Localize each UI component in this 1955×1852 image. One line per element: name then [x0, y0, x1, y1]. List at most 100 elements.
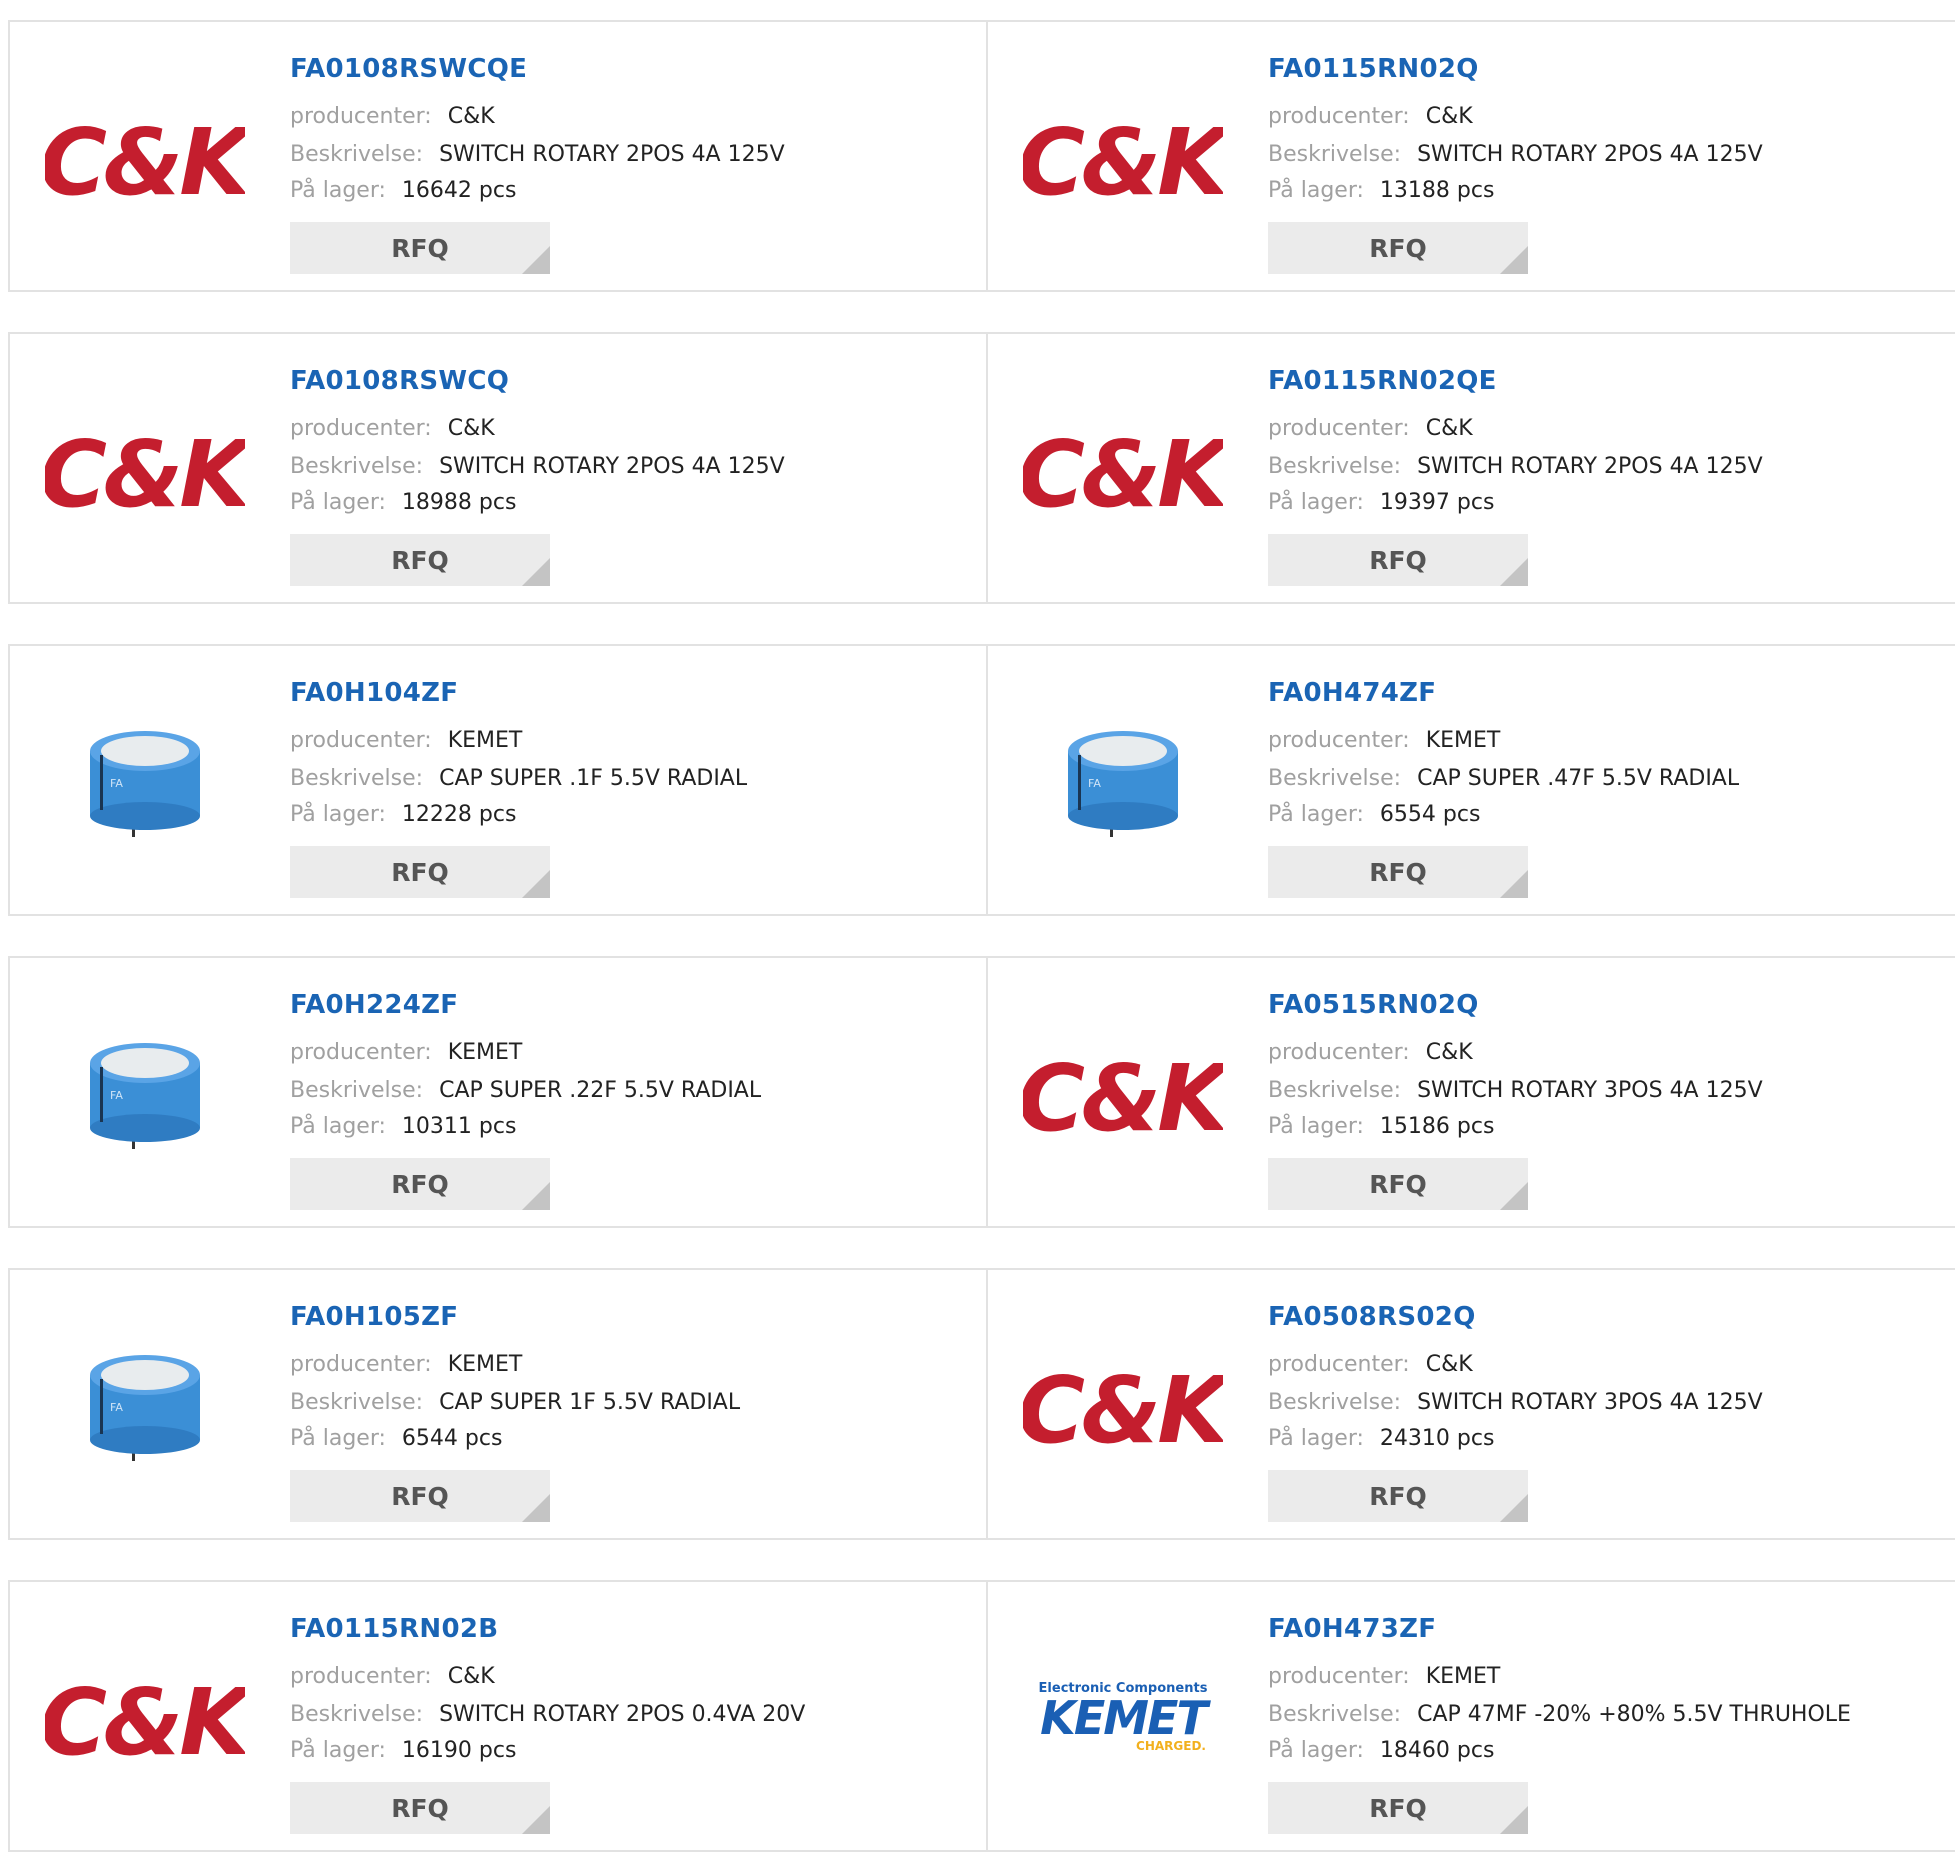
description-label: Beskrivelse: [290, 142, 424, 167]
description-field: Beskrivelse: CAP SUPER 1F 5.5V RADIAL [290, 1390, 740, 1415]
part-number-link[interactable]: FA0H105ZF [290, 1302, 458, 1332]
part-number-link[interactable]: FA0115RN02Q [1268, 54, 1479, 84]
corner-triangle-icon [522, 1494, 550, 1522]
corner-triangle-icon [1500, 1806, 1528, 1834]
product-card: FA FA0H224ZF producenter: KEMET Beskrivel… [10, 958, 988, 1226]
product-row: C&K FA0115RN02B producenter: C&K Beskrive… [8, 1580, 1955, 1852]
stock-field: På lager: 19397 pcs [1268, 490, 1494, 515]
rfq-button[interactable]: RFQ [1268, 534, 1528, 586]
capacitor-image[interactable]: FA [40, 1038, 250, 1149]
rfq-label: RFQ [391, 857, 449, 887]
description-value: SWITCH ROTARY 2POS 4A 125V [1417, 142, 1763, 167]
description-value: CAP 47MF -20% +80% 5.5V THRUHOLE [1417, 1702, 1851, 1727]
rfq-label: RFQ [1369, 545, 1427, 575]
description-field: Beskrivelse: SWITCH ROTARY 3POS 4A 125V [1268, 1390, 1763, 1415]
manufacturer-field: producenter: C&K [1268, 416, 1473, 441]
manufacturer-field: producenter: KEMET [290, 728, 522, 753]
part-number-link[interactable]: FA0115RN02QE [1268, 366, 1497, 396]
manufacturer-field: producenter: C&K [290, 104, 495, 129]
description-value: SWITCH ROTARY 2POS 4A 125V [439, 142, 785, 167]
manufacturer-field: producenter: KEMET [1268, 1664, 1500, 1689]
capacitor-image[interactable]: FA [40, 726, 250, 837]
rfq-label: RFQ [1369, 857, 1427, 887]
description-label: Beskrivelse: [290, 454, 424, 479]
stock-value: 12228 pcs [401, 802, 517, 827]
ck-logo-image[interactable]: C&K [40, 1662, 250, 1772]
manufacturer-value: KEMET [447, 1040, 523, 1065]
rfq-button[interactable]: RFQ [290, 1158, 550, 1210]
product-row: C&K FA0108RSWCQE producenter: C&K Beskriv… [8, 20, 1955, 292]
rfq-button[interactable]: RFQ [290, 1782, 550, 1834]
manufacturer-value: C&K [447, 416, 495, 441]
ck-logo-image[interactable]: C&K [1018, 414, 1228, 524]
manufacturer-label: producenter: [1268, 1040, 1410, 1065]
stock-value: 6554 pcs [1379, 802, 1481, 827]
description-label: Beskrivelse: [1268, 766, 1402, 791]
rfq-button[interactable]: RFQ [290, 534, 550, 586]
stock-field: På lager: 18988 pcs [290, 490, 516, 515]
svg-text:FA: FA [110, 1401, 123, 1414]
ck-logo-image[interactable]: C&K [1018, 102, 1228, 212]
svg-text:C&K: C&K [45, 109, 245, 212]
rfq-button[interactable]: RFQ [290, 1470, 550, 1522]
stock-label: På lager: [1268, 1114, 1364, 1139]
stock-value: 15186 pcs [1379, 1114, 1495, 1139]
part-number-link[interactable]: FA0108RSWCQE [290, 54, 527, 84]
description-field: Beskrivelse: CAP SUPER .47F 5.5V RADIAL [1268, 766, 1739, 791]
rfq-button[interactable]: RFQ [1268, 1782, 1528, 1834]
manufacturer-value: KEMET [447, 728, 523, 753]
svg-text:FA: FA [110, 777, 123, 790]
ck-logo-image[interactable]: C&K [1018, 1038, 1228, 1148]
part-number-link[interactable]: FA0108RSWCQ [290, 366, 509, 396]
description-field: Beskrivelse: SWITCH ROTARY 2POS 4A 125V [1268, 454, 1763, 479]
part-number-link[interactable]: FA0H473ZF [1268, 1614, 1436, 1644]
ck-logo-image[interactable]: C&K [40, 414, 250, 524]
rfq-button[interactable]: RFQ [290, 846, 550, 898]
manufacturer-label: producenter: [290, 1664, 432, 1689]
product-card: C&K FA0108RSWCQ producenter: C&K Beskrive… [10, 334, 988, 602]
manufacturer-label: producenter: [1268, 416, 1410, 441]
ck-logo-image[interactable]: C&K [1018, 1350, 1228, 1460]
stock-field: På lager: 6544 pcs [290, 1426, 502, 1451]
rfq-button[interactable]: RFQ [1268, 846, 1528, 898]
stock-value: 18460 pcs [1379, 1738, 1495, 1763]
manufacturer-value: C&K [447, 1664, 495, 1689]
kemet-logo-image[interactable]: Electronic Components KEMET CHARGED. [1018, 1662, 1228, 1772]
capacitor-image[interactable]: FA [40, 1350, 250, 1461]
product-card: C&K FA0508RS02Q producenter: C&K Beskrive… [988, 1270, 1955, 1538]
stock-label: På lager: [1268, 802, 1364, 827]
part-number-link[interactable]: FA0508RS02Q [1268, 1302, 1476, 1332]
manufacturer-label: producenter: [290, 728, 432, 753]
stock-label: På lager: [1268, 1426, 1364, 1451]
rfq-button[interactable]: RFQ [1268, 1470, 1528, 1522]
corner-triangle-icon [522, 1806, 550, 1834]
description-field: Beskrivelse: CAP SUPER .1F 5.5V RADIAL [290, 766, 747, 791]
ck-logo-image[interactable]: C&K [40, 102, 250, 212]
manufacturer-label: producenter: [1268, 1664, 1410, 1689]
manufacturer-value: C&K [1425, 1352, 1473, 1377]
capacitor-image[interactable]: FA [1018, 726, 1228, 837]
rfq-button[interactable]: RFQ [1268, 222, 1528, 274]
rfq-button[interactable]: RFQ [1268, 1158, 1528, 1210]
description-value: SWITCH ROTARY 3POS 4A 125V [1417, 1390, 1763, 1415]
manufacturer-value: C&K [1425, 1040, 1473, 1065]
stock-field: På lager: 15186 pcs [1268, 1114, 1494, 1139]
corner-triangle-icon [522, 1182, 550, 1210]
description-label: Beskrivelse: [1268, 142, 1402, 167]
stock-value: 10311 pcs [401, 1114, 517, 1139]
rfq-label: RFQ [391, 233, 449, 263]
description-label: Beskrivelse: [290, 1702, 424, 1727]
manufacturer-field: producenter: C&K [1268, 104, 1473, 129]
rfq-button[interactable]: RFQ [290, 222, 550, 274]
corner-triangle-icon [522, 246, 550, 274]
part-number-link[interactable]: FA0H474ZF [1268, 678, 1436, 708]
description-label: Beskrivelse: [1268, 1078, 1402, 1103]
part-number-link[interactable]: FA0H224ZF [290, 990, 458, 1020]
description-label: Beskrivelse: [1268, 1390, 1402, 1415]
part-number-link[interactable]: FA0H104ZF [290, 678, 458, 708]
rfq-label: RFQ [391, 1169, 449, 1199]
part-number-link[interactable]: FA0515RN02Q [1268, 990, 1479, 1020]
part-number-link[interactable]: FA0115RN02B [290, 1614, 498, 1644]
rfq-label: RFQ [391, 545, 449, 575]
svg-text:C&K: C&K [1023, 421, 1223, 524]
